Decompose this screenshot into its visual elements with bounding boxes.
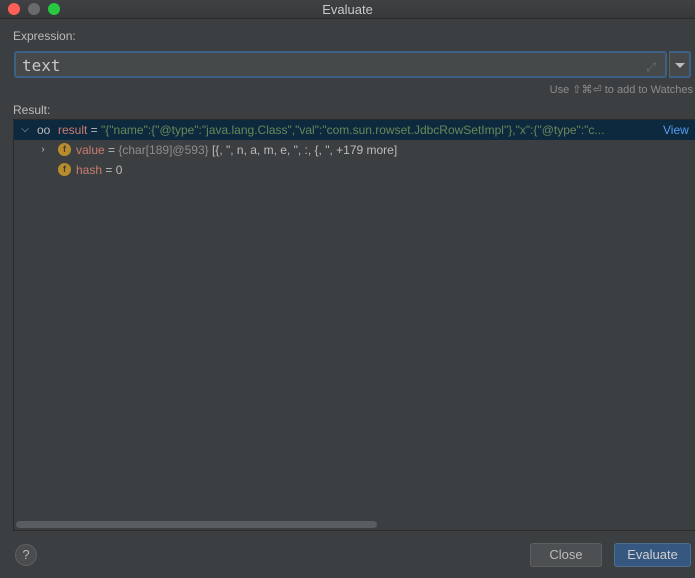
title-bar: Evaluate bbox=[0, 0, 695, 19]
hash-name: hash bbox=[76, 163, 103, 177]
field-icon: f bbox=[58, 143, 71, 156]
view-link[interactable]: View bbox=[663, 120, 689, 140]
expression-input[interactable]: text ⤢ bbox=[14, 51, 667, 78]
help-button[interactable]: ? bbox=[15, 544, 37, 566]
tree-row-hash[interactable]: f hash = 0 bbox=[14, 160, 695, 180]
value-type: {char[189]@593} bbox=[118, 143, 209, 157]
result-tree[interactable]: ⌵ oo result = "{"name":{"@type":"java.la… bbox=[13, 119, 695, 531]
watch-glasses-icon: oo bbox=[37, 123, 51, 137]
result-value: "{"name":{"@type":"java.lang.Class","val… bbox=[101, 123, 605, 137]
result-label: Result: bbox=[13, 103, 51, 117]
field-icon: f bbox=[58, 163, 71, 176]
hash-value: 0 bbox=[115, 163, 123, 177]
tree-row-value[interactable]: › f value = {char[189]@593} [{, ", n, a,… bbox=[14, 140, 695, 160]
result-name: result bbox=[58, 123, 88, 137]
expand-icon[interactable]: ⤢ bbox=[644, 60, 658, 74]
expression-text: text bbox=[22, 56, 61, 75]
expression-label: Expression: bbox=[13, 29, 76, 43]
window-title: Evaluate bbox=[322, 2, 373, 17]
chevron-down-icon bbox=[675, 63, 685, 68]
close-button[interactable]: Close bbox=[530, 543, 602, 567]
tree-row-result[interactable]: ⌵ oo result = "{"name":{"@type":"java.la… bbox=[14, 120, 695, 140]
chevron-down-icon[interactable]: ⌵ bbox=[19, 120, 31, 140]
evaluate-button[interactable]: Evaluate bbox=[614, 543, 691, 567]
horizontal-scrollbar[interactable] bbox=[16, 521, 377, 528]
value-eq: = bbox=[104, 143, 119, 157]
watches-hint: Use ⇧⌘⏎ to add to Watches bbox=[549, 84, 693, 96]
result-eq: = bbox=[87, 123, 102, 137]
value-name: value bbox=[76, 143, 105, 157]
expression-field: text ⤢ bbox=[14, 51, 691, 78]
chevron-right-icon[interactable]: › bbox=[37, 140, 49, 160]
hash-eq: = bbox=[102, 163, 116, 177]
history-dropdown-button[interactable] bbox=[669, 51, 691, 78]
value-content: [{, ", n, a, m, e, ", :, {, ", +179 more… bbox=[208, 143, 398, 157]
